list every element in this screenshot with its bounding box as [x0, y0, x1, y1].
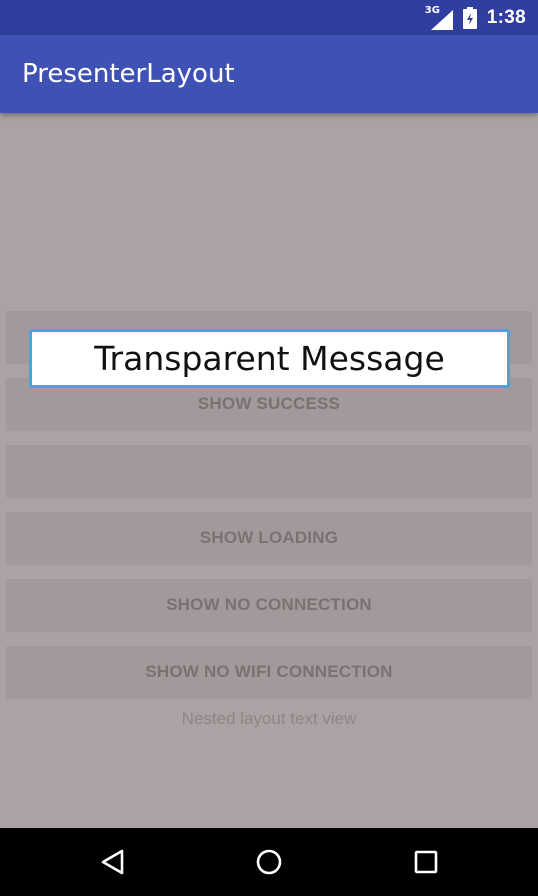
status-icons: 3G 1:38 [425, 0, 526, 35]
signal-icon [430, 9, 453, 30]
app-bar: PresenterLayout [0, 35, 538, 113]
recents-button[interactable] [406, 842, 446, 882]
show-no-connection-button[interactable]: SHOW NO CONNECTION [6, 579, 532, 631]
transparent-message-overlay: Transparent Message [29, 329, 510, 388]
hidden-button[interactable] [6, 445, 532, 497]
nested-layout-text: Nested layout text view [181, 709, 357, 728]
home-icon [256, 849, 282, 875]
signal-indicator: 3G [425, 5, 453, 30]
recents-icon [414, 850, 438, 874]
show-loading-button[interactable]: SHOW LOADING [6, 512, 532, 564]
back-icon [101, 849, 124, 875]
show-no-wifi-connection-button[interactable]: SHOW NO WIFI CONNECTION [6, 646, 532, 698]
navigation-bar [0, 828, 538, 896]
status-time: 1:38 [486, 6, 526, 28]
content-area: SHOW TRANSPARENT VIEW SHOW SUCCESS SHOW … [0, 113, 538, 828]
status-bar: 3G 1:38 [0, 0, 538, 35]
back-button[interactable] [92, 842, 132, 882]
battery-icon [462, 6, 477, 29]
home-button[interactable] [249, 842, 289, 882]
app-title: PresenterLayout [22, 59, 235, 89]
